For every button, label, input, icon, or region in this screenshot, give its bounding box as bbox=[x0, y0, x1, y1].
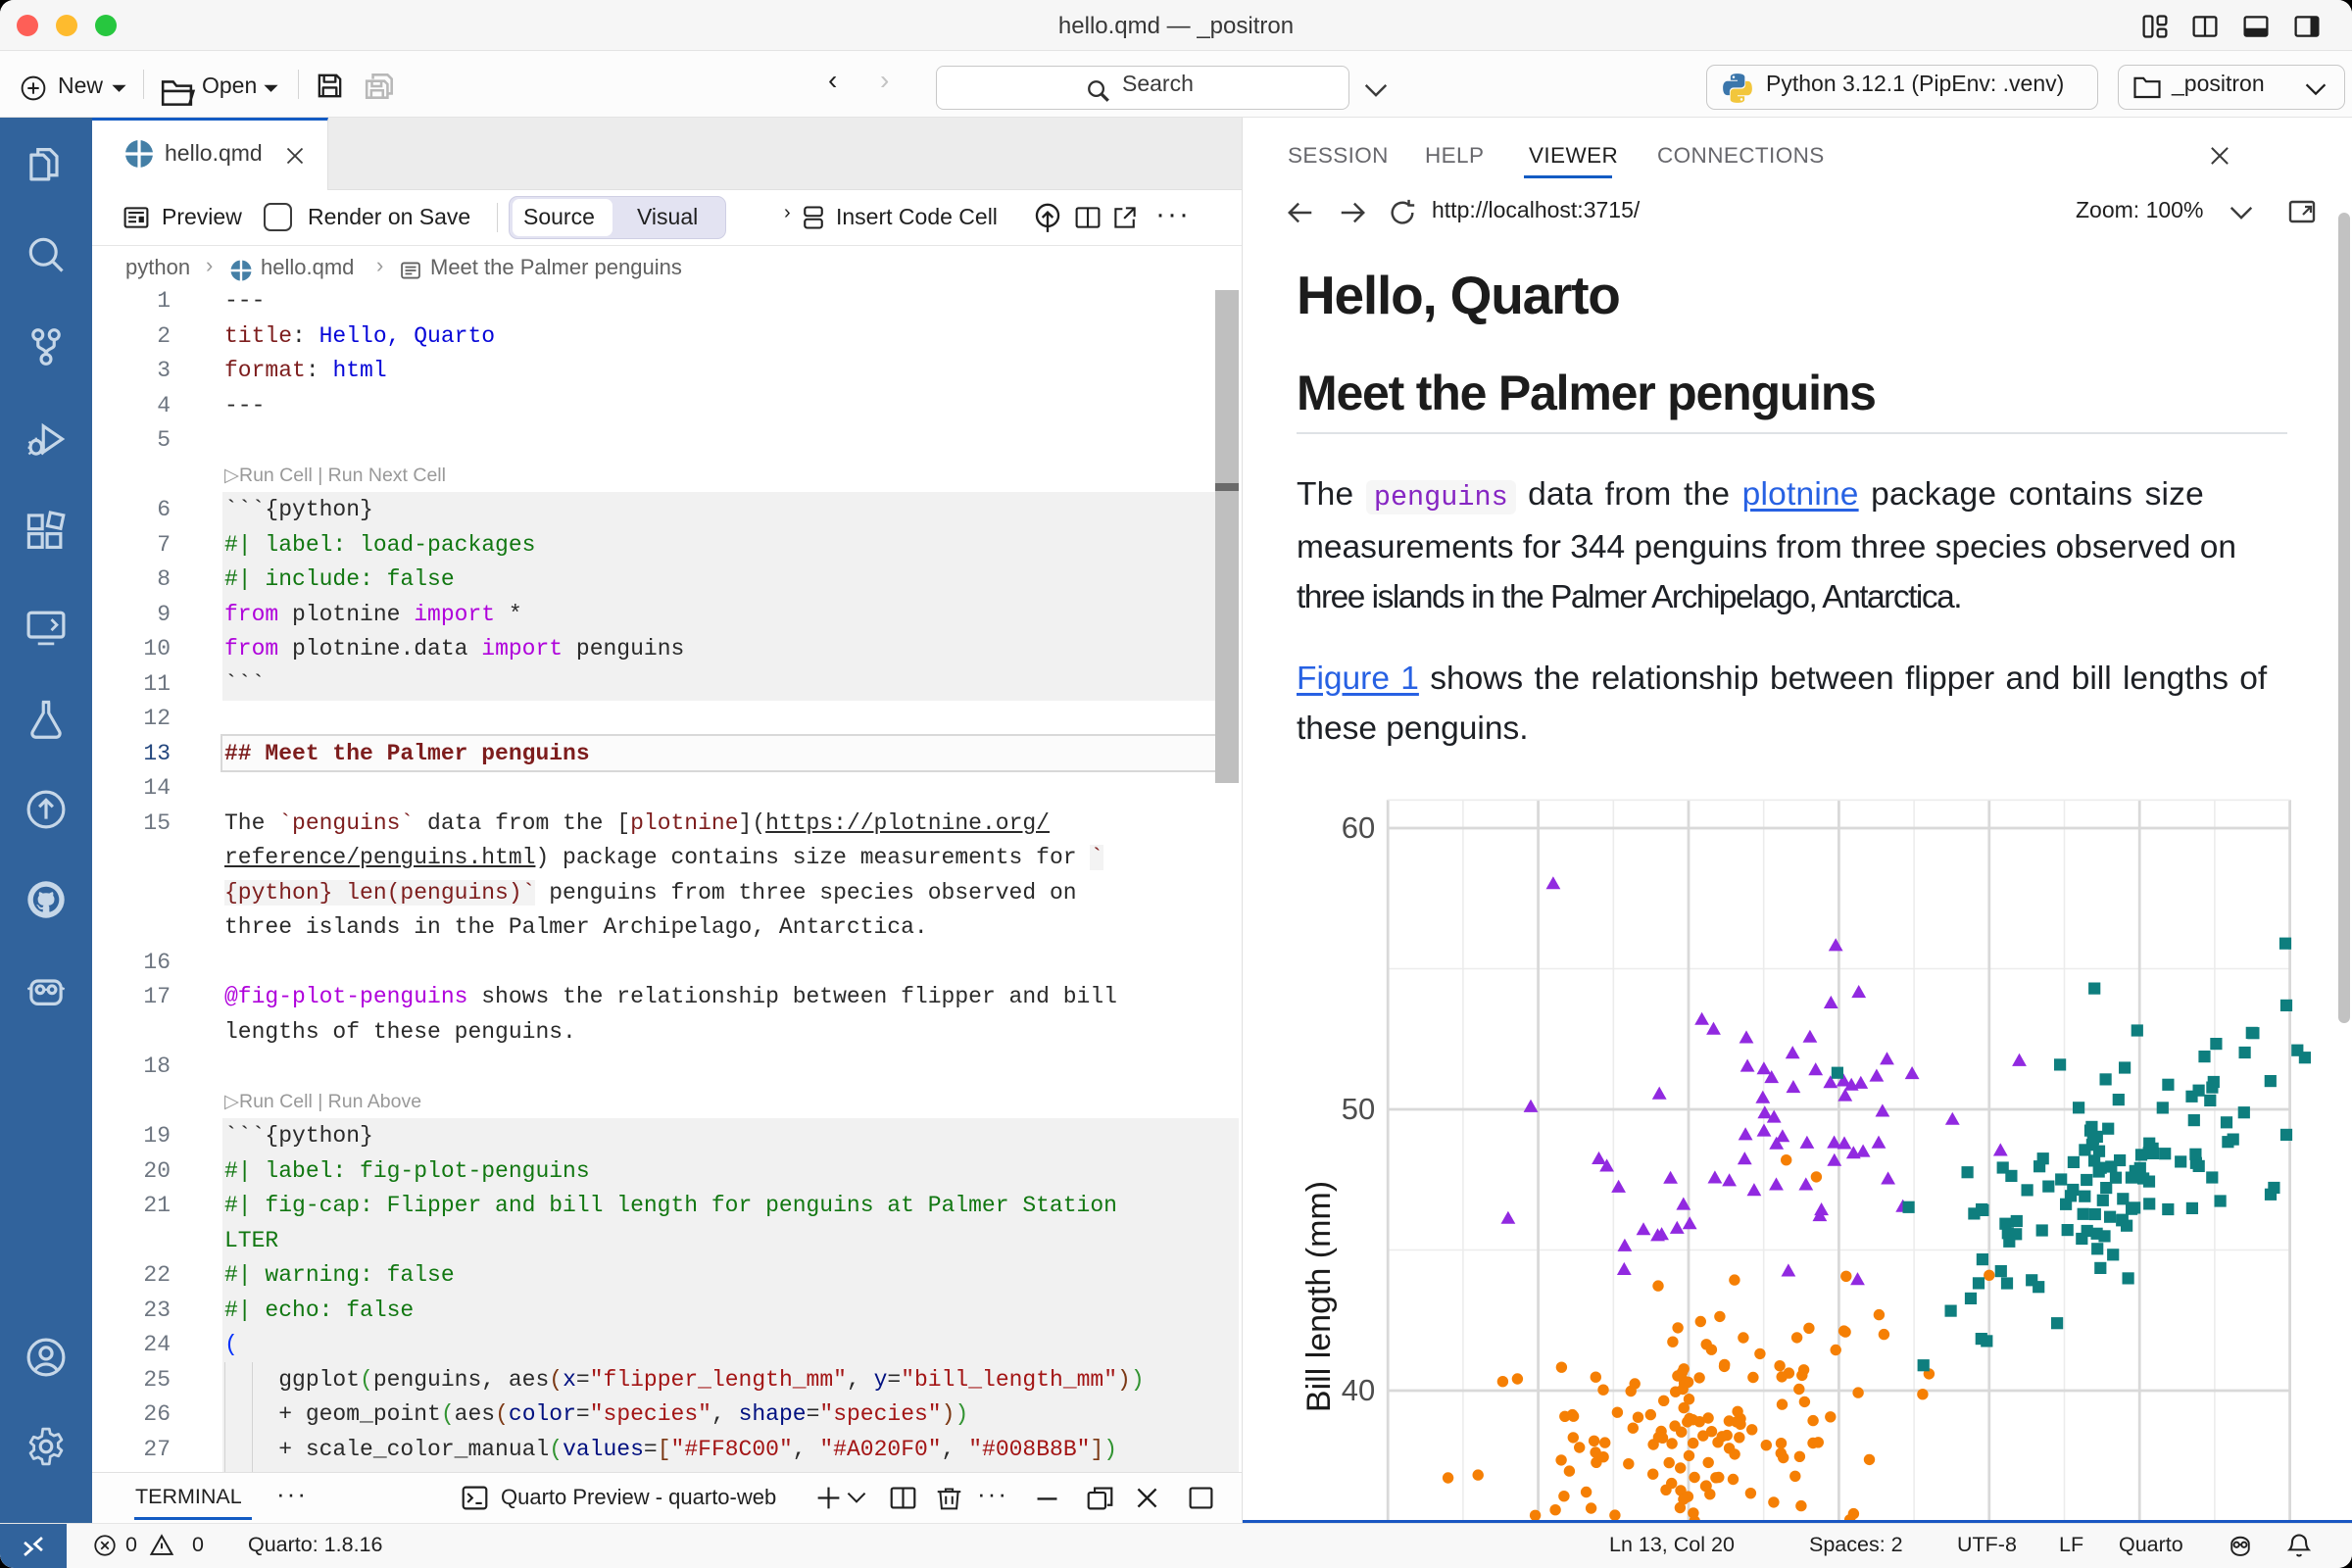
svg-text:Bill length (mm): Bill length (mm) bbox=[1300, 1181, 1338, 1412]
svg-text:60: 60 bbox=[1342, 810, 1375, 845]
svg-text:50: 50 bbox=[1342, 1092, 1375, 1126]
svg-text:40: 40 bbox=[1342, 1373, 1375, 1407]
